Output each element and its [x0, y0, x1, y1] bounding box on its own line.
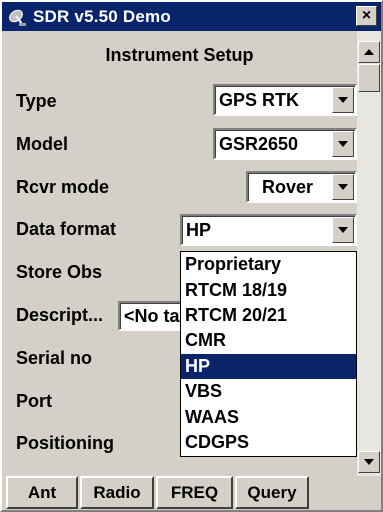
port-label: Port: [16, 391, 52, 411]
list-item-hp[interactable]: HP: [181, 353, 356, 379]
bottom-toolbar: Ant Radio FREQ Query: [2, 476, 381, 510]
title-bar[interactable]: SDR v5.50 Demo ×: [2, 2, 381, 31]
data-format-options-list[interactable]: Proprietary RTCM 18/19 RTCM 20/21 CMR HP…: [180, 251, 357, 457]
section-title: Instrument Setup: [105, 45, 254, 65]
data-format-select[interactable]: HP: [180, 214, 357, 246]
model-value: GSR2650: [219, 133, 299, 154]
chevron-down-icon: [338, 184, 348, 190]
radio-button[interactable]: Radio: [80, 476, 154, 509]
type-label: Type: [16, 91, 57, 111]
descript-field[interactable]: <No tag>: [118, 301, 188, 331]
list-item-vbs[interactable]: VBS: [181, 379, 356, 404]
data-format-label: Data format: [16, 219, 117, 239]
rcvr-mode-label: Rcvr mode: [16, 177, 110, 197]
close-icon: ×: [361, 7, 372, 24]
list-item-cdgps[interactable]: CDGPS: [181, 430, 356, 455]
type-dropdown-button[interactable]: [332, 87, 354, 113]
list-item-rtcm-18-19[interactable]: RTCM 18/19: [181, 277, 356, 302]
store-obs-label: Store Obs: [16, 262, 103, 282]
list-item-waas[interactable]: WAAS: [181, 404, 356, 429]
descript-label: Descript...: [16, 305, 104, 325]
chevron-down-icon: [364, 459, 374, 465]
chevron-down-icon: [338, 97, 348, 103]
close-button[interactable]: ×: [356, 6, 377, 26]
serial-no-label: Serial no: [16, 348, 93, 368]
rcvr-mode-select[interactable]: Rover: [246, 171, 357, 203]
chevron-down-icon: [338, 141, 348, 147]
window-title: SDR v5.50 Demo: [33, 6, 171, 26]
scrollbar-thumb[interactable]: [358, 64, 380, 92]
list-item-cmr[interactable]: CMR: [181, 328, 356, 353]
model-dropdown-button[interactable]: [332, 131, 354, 157]
type-value: GPS RTK: [219, 89, 300, 110]
query-button[interactable]: Query: [235, 476, 309, 509]
chevron-up-icon: [364, 49, 374, 55]
vertical-scrollbar[interactable]: [357, 31, 381, 476]
model-label: Model: [16, 134, 68, 154]
freq-button[interactable]: FREQ: [156, 476, 233, 509]
positioning-label: Positioning: [16, 433, 114, 453]
scroll-up-button[interactable]: [358, 41, 380, 63]
satellite-dish-icon: [7, 7, 27, 27]
rcvr-mode-value: Rover: [262, 176, 314, 197]
chevron-down-icon: [338, 227, 348, 233]
scroll-down-button[interactable]: [358, 451, 380, 473]
type-select[interactable]: GPS RTK: [213, 84, 357, 116]
model-select[interactable]: GSR2650: [213, 128, 357, 160]
list-item-rtcm-20-21[interactable]: RTCM 20/21: [181, 303, 356, 328]
list-item-proprietary[interactable]: Proprietary: [181, 252, 356, 277]
data-format-value: HP: [186, 219, 212, 240]
data-format-dropdown-button[interactable]: [332, 217, 354, 243]
rcvr-mode-dropdown-button[interactable]: [332, 174, 354, 200]
ant-button[interactable]: Ant: [6, 476, 78, 509]
